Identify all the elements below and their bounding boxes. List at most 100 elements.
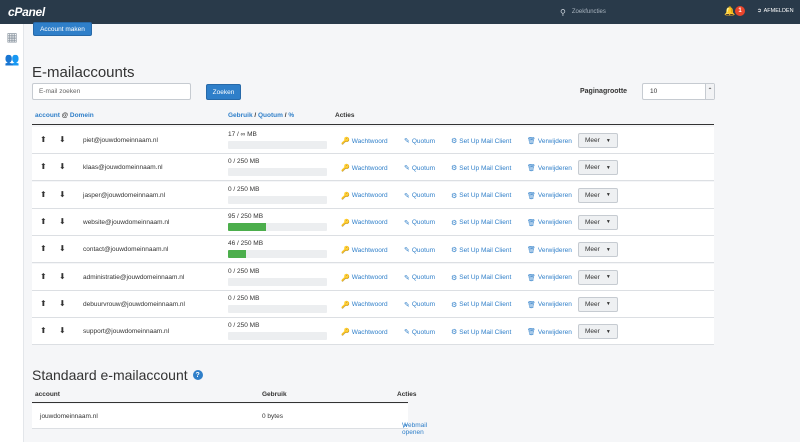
mail-client-link[interactable]: ⚙ Set Up Mail Client: [451, 219, 511, 227]
upload-icon[interactable]: ⬆: [40, 217, 47, 226]
password-link[interactable]: 🔑 Wachtwoord: [341, 192, 388, 200]
quota-link[interactable]: ✎ Quotum: [404, 328, 435, 337]
more-button[interactable]: Meer ▼: [578, 296, 618, 312]
password-label: Wachtwoord: [351, 328, 388, 336]
gear-icon: ⚙: [451, 165, 458, 173]
more-button[interactable]: Meer ▼: [578, 269, 618, 285]
delete-link[interactable]: 🗑 Verwijderen: [527, 328, 572, 337]
password-link[interactable]: 🔑 Wachtwoord: [341, 164, 388, 173]
download-icon[interactable]: ⬇: [59, 135, 66, 144]
delete-link[interactable]: 🗑 Verwijderen: [527, 301, 572, 309]
usage-header[interactable]: Gebruik / Quotum / %: [228, 112, 294, 119]
feature-search-placeholder[interactable]: Zoekfuncties: [572, 9, 606, 15]
delete-label: Verwijderen: [537, 328, 572, 336]
sort-percent[interactable]: %: [288, 112, 294, 119]
cpanel-logo[interactable]: cPanel: [8, 5, 45, 19]
quota-link[interactable]: ✎ Quotum: [404, 274, 435, 282]
key-icon: 🔑: [341, 138, 350, 145]
help-icon[interactable]: ?: [192, 370, 203, 380]
usage-bar: [228, 141, 327, 149]
sort-usage[interactable]: Gebruik: [228, 112, 253, 119]
mail-client-link[interactable]: ⚙ Set Up Mail Client: [451, 246, 511, 255]
search-button[interactable]: Zoeken: [206, 84, 241, 100]
quota-link[interactable]: ✎ Quotum: [404, 164, 435, 173]
sort-quota[interactable]: Quotum: [258, 112, 283, 119]
password-link[interactable]: 🔑 Wachtwoord: [341, 301, 388, 309]
pencil-icon: ✎: [404, 274, 410, 282]
usage-text: 0 / 250 MB: [228, 267, 260, 275]
password-link[interactable]: 🔑 Wachtwoord: [341, 246, 388, 255]
delete-link[interactable]: 🗑 Verwijderen: [527, 164, 572, 173]
delete-link[interactable]: 🗑 Verwijderen: [527, 219, 572, 227]
caret-down-icon: ▼: [605, 246, 611, 253]
users-icon[interactable]: 👥: [5, 52, 20, 66]
key-icon: 🔑: [341, 329, 350, 337]
delete-link[interactable]: 🗑 Verwijderen: [527, 137, 572, 146]
logout-link[interactable]: ➲ AFMELDEN: [757, 8, 794, 14]
download-icon[interactable]: ⬇: [59, 162, 66, 171]
email-search-input[interactable]: E-mail zoeken: [32, 83, 191, 100]
upload-icon[interactable]: ⬆: [40, 190, 47, 199]
more-button[interactable]: Meer ▼: [578, 160, 618, 176]
download-icon[interactable]: ⬇: [59, 190, 66, 199]
usage-bar-fill: [228, 250, 246, 259]
table-row: ⬆ ⬇ piet@jouwdomeinnaam.nl 17 / ∞ MB 🔑 Wa…: [32, 127, 714, 154]
mail-client-link[interactable]: ⚙ Set Up Mail Client: [451, 137, 511, 146]
download-icon[interactable]: ⬇: [59, 326, 66, 335]
create-account-button[interactable]: Account maken: [33, 22, 92, 36]
password-link[interactable]: 🔑 Wachtwoord: [341, 219, 388, 227]
pencil-icon: ✎: [404, 192, 410, 200]
caret-down-icon: ▼: [605, 192, 611, 199]
download-icon[interactable]: ⬇: [59, 217, 66, 226]
bell-icon[interactable]: 🔔: [724, 6, 735, 17]
quota-link[interactable]: ✎ Quotum: [404, 301, 435, 309]
download-icon[interactable]: ⬇: [59, 299, 66, 308]
upload-icon[interactable]: ⬆: [40, 326, 47, 335]
quota-link[interactable]: ✎ Quotum: [404, 246, 435, 255]
separator: /: [254, 112, 257, 119]
upload-icon[interactable]: ⬆: [40, 135, 47, 144]
more-button[interactable]: Meer ▼: [578, 324, 618, 340]
upload-icon[interactable]: ⬆: [40, 162, 47, 171]
feature-search[interactable]: ⚲ Zoekfuncties: [560, 5, 730, 19]
more-button[interactable]: Meer ▼: [578, 133, 618, 148]
gear-icon: ⚙: [451, 329, 458, 337]
account-domain-header[interactable]: account @ Domein: [35, 112, 94, 119]
mail-client-link[interactable]: ⚙ Set Up Mail Client: [451, 301, 511, 309]
usage-text: 0 / 250 MB: [228, 294, 260, 302]
more-button[interactable]: Meer ▼: [578, 187, 618, 203]
trash-icon: 🗑: [527, 301, 536, 309]
more-button[interactable]: Meer ▼: [578, 242, 618, 258]
mail-client-link[interactable]: ⚙ Set Up Mail Client: [451, 192, 511, 200]
mail-client-link[interactable]: ⚙ Set Up Mail Client: [451, 274, 511, 282]
gear-icon: ⚙: [451, 192, 458, 200]
default-account-title-text: Standaard e-mailaccount: [32, 367, 188, 383]
password-link[interactable]: 🔑 Wachtwoord: [341, 328, 388, 337]
notification-badge[interactable]: 1: [735, 6, 745, 16]
table-row: ⬆ ⬇ klaas@jouwdomeinnaam.nl 0 / 250 MB 🔑…: [32, 154, 714, 182]
grid-icon[interactable]: ▦: [5, 30, 19, 44]
mail-client-link[interactable]: ⚙ Set Up Mail Client: [451, 164, 511, 173]
usage-bar: [228, 332, 327, 341]
upload-icon[interactable]: ⬆: [40, 244, 47, 253]
password-link[interactable]: 🔑 Wachtwoord: [341, 137, 388, 146]
quota-label: Quotum: [411, 328, 435, 336]
delete-link[interactable]: 🗑 Verwijderen: [527, 274, 572, 282]
password-link[interactable]: 🔑 Wachtwoord: [341, 274, 388, 282]
more-button[interactable]: Meer ▼: [578, 214, 618, 230]
sort-account[interactable]: account: [35, 112, 60, 119]
page-size-select[interactable]: 10 ⌃: [642, 83, 715, 100]
download-icon[interactable]: ⬇: [59, 244, 66, 253]
download-icon[interactable]: ⬇: [59, 272, 66, 281]
mail-client-link[interactable]: ⚙ Set Up Mail Client: [451, 328, 511, 337]
upload-icon[interactable]: ⬆: [40, 299, 47, 308]
delete-link[interactable]: 🗑 Verwijderen: [527, 192, 572, 200]
sort-domain[interactable]: Domein: [70, 112, 94, 119]
upload-icon[interactable]: ⬆: [40, 272, 47, 281]
page-size-label: Paginagrootte: [580, 88, 628, 95]
quota-link[interactable]: ✎ Quotum: [404, 219, 435, 227]
more-label: Meer: [585, 218, 600, 226]
quota-link[interactable]: ✎ Quotum: [404, 137, 435, 146]
quota-link[interactable]: ✎ Quotum: [404, 192, 435, 200]
delete-link[interactable]: 🗑 Verwijderen: [527, 246, 572, 255]
